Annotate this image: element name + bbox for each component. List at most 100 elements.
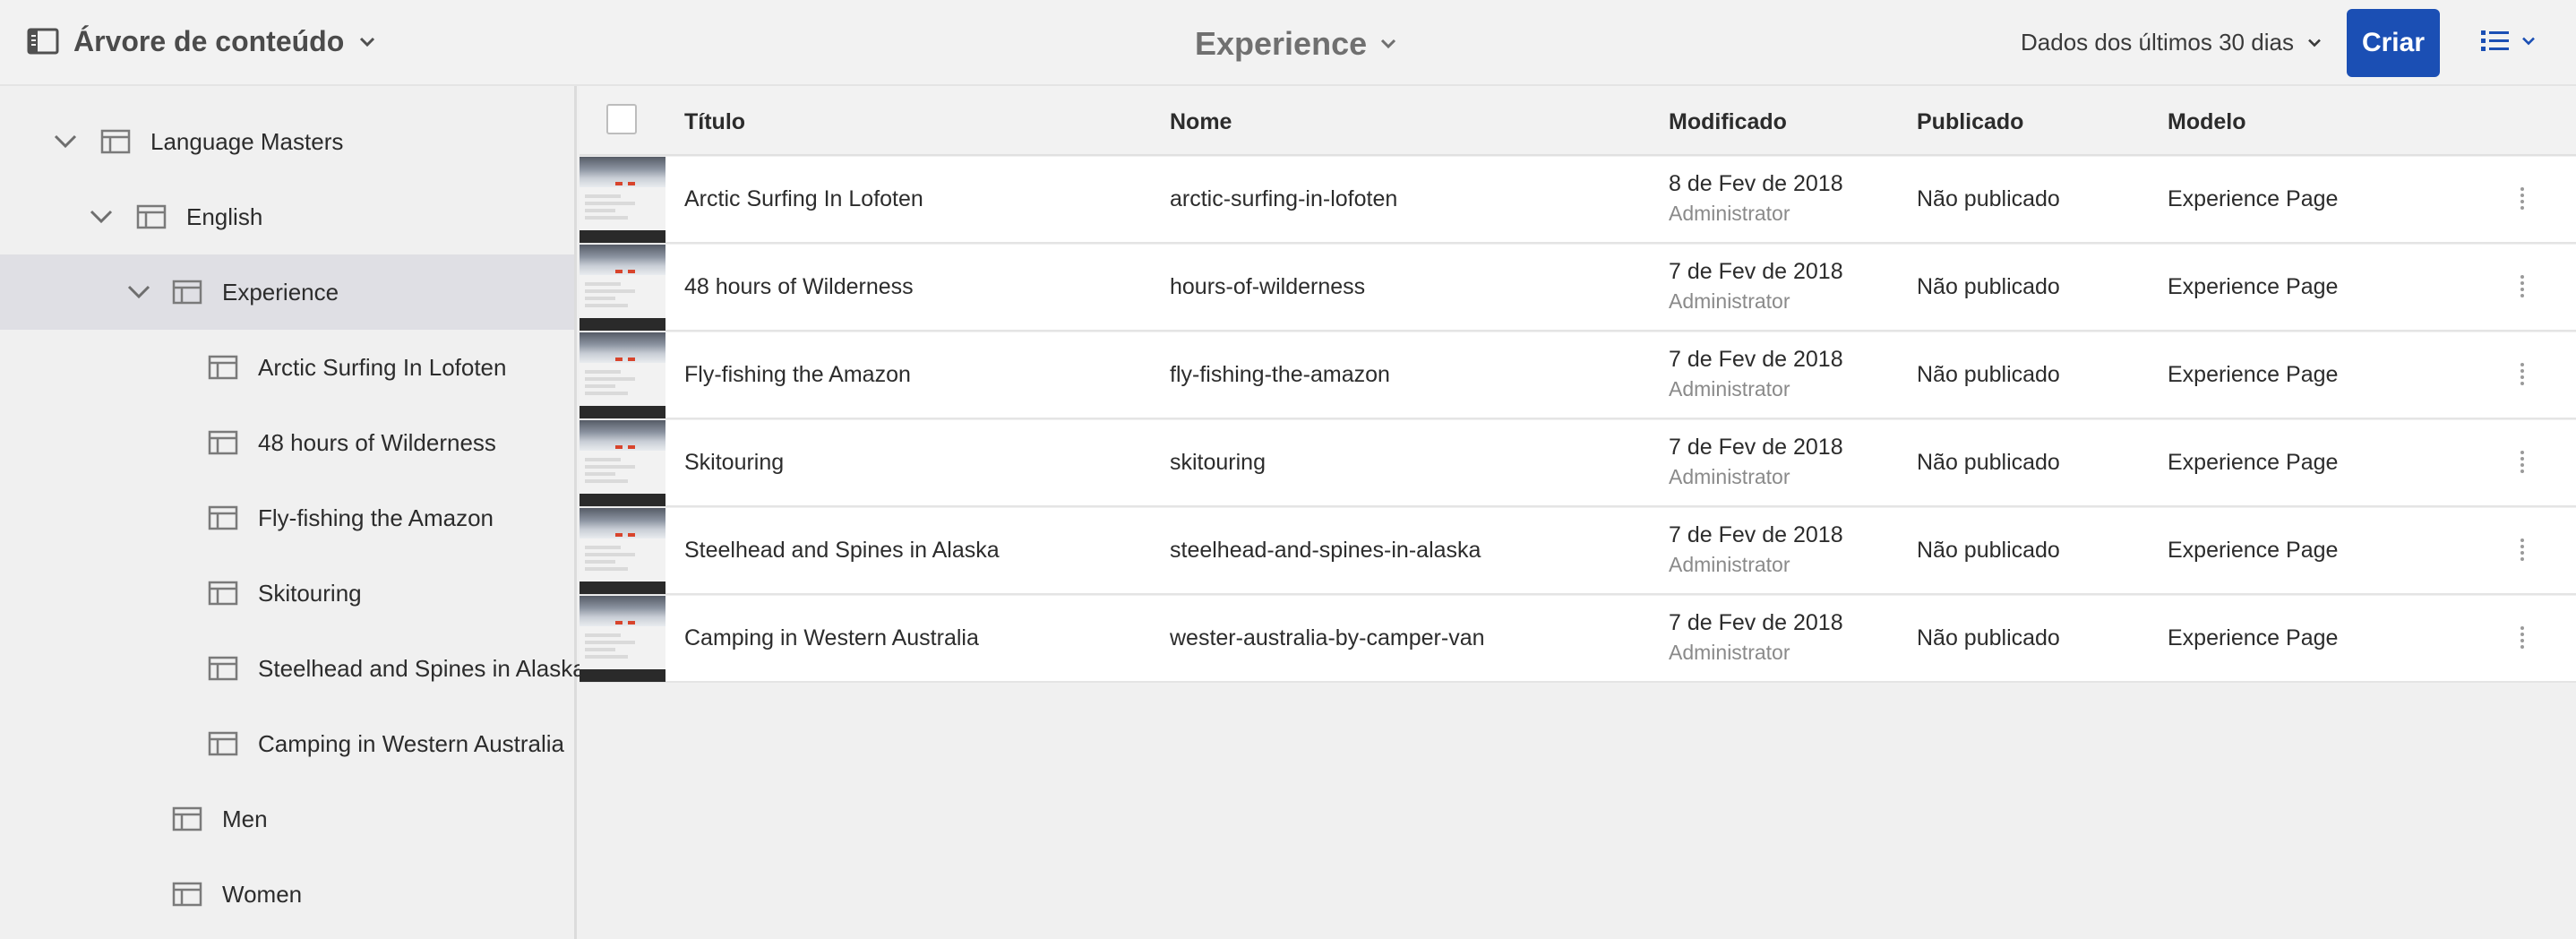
tree-item-label: Men <box>222 805 268 832</box>
cell-title: Camping in Western Australia <box>684 625 979 650</box>
table-header: Título Nome Modificado Publicado Modelo <box>580 86 2576 156</box>
page-icon <box>136 203 167 230</box>
cell-name: hours-of-wilderness <box>1170 274 1366 299</box>
page-icon <box>208 429 238 456</box>
rail-selector[interactable]: Árvore de conteúdo <box>73 25 376 58</box>
page-icon <box>208 580 238 607</box>
tree-item-label: Experience <box>222 278 339 306</box>
tree-item-fly-fishing[interactable]: Fly-fishing the Amazon <box>0 480 574 556</box>
cell-title: Skitouring <box>684 450 785 475</box>
cell-modified-date: 7 de Fev de 2018 <box>1669 610 1843 635</box>
cell-name: fly-fishing-the-amazon <box>1170 362 1390 387</box>
page-icon <box>208 504 238 531</box>
cell-published: Não publicado <box>1917 186 2060 211</box>
page-icon <box>172 279 202 306</box>
cell-modified-date: 7 de Fev de 2018 <box>1669 259 1843 284</box>
cell-template: Experience Page <box>2168 450 2339 475</box>
tree-item-language-masters[interactable]: Language Masters <box>0 104 574 179</box>
cell-template: Experience Page <box>2168 186 2339 211</box>
cell-published: Não publicado <box>1917 625 2060 650</box>
tree-item-label: Steelhead and Spines in Alaska <box>258 654 586 682</box>
more-options-icon[interactable] <box>2515 275 2529 302</box>
tree-item-english[interactable]: English <box>0 179 574 254</box>
table-row[interactable]: Steelhead and Spines in Alaska steelhead-… <box>580 508 2576 595</box>
more-options-icon[interactable] <box>2515 538 2529 565</box>
page-icon <box>208 354 238 381</box>
page-icon <box>172 805 202 832</box>
cell-name: arctic-surfing-in-lofoten <box>1170 186 1398 211</box>
cell-modified-by: Administrator <box>1669 289 1790 313</box>
chevron-down-icon <box>2522 37 2535 46</box>
chevron-down-icon[interactable] <box>86 202 116 232</box>
tree-item-skitouring[interactable]: Skitouring <box>0 556 574 631</box>
page-title: Experience <box>1195 25 1368 62</box>
more-options-icon[interactable] <box>2515 451 2529 478</box>
tree-item-label: Camping in Western Australia <box>258 729 565 757</box>
cell-title: Arctic Surfing In Lofoten <box>684 186 923 211</box>
column-header-published[interactable]: Publicado <box>1917 109 2023 135</box>
cell-modified-date: 7 de Fev de 2018 <box>1669 435 1843 460</box>
cell-modified-date: 7 de Fev de 2018 <box>1669 522 1843 547</box>
more-options-icon[interactable] <box>2515 626 2529 653</box>
page-thumbnail <box>580 420 665 506</box>
tree-item-label: Women <box>222 880 303 908</box>
cell-modified-date: 7 de Fev de 2018 <box>1669 347 1843 372</box>
cell-published: Não publicado <box>1917 274 2060 299</box>
tree-item-experience[interactable]: Experience <box>0 254 574 330</box>
list-view-icon <box>2481 30 2509 51</box>
more-options-icon[interactable] <box>2515 187 2529 214</box>
cell-modified-by: Administrator <box>1669 202 1790 225</box>
cell-modified-by: Administrator <box>1669 641 1790 664</box>
chevron-down-icon[interactable] <box>50 126 81 157</box>
tree-item-label: Fly-fishing the Amazon <box>258 504 494 531</box>
tree-item-label: English <box>186 202 263 230</box>
list-view: Título Nome Modificado Publicado Modelo … <box>580 86 2576 939</box>
create-button[interactable]: Criar <box>2347 9 2440 77</box>
content-tree: Language Masters English Experience Arct… <box>0 86 586 939</box>
cell-modified-by: Administrator <box>1669 377 1790 401</box>
rail-toggle-icon[interactable] <box>27 27 63 63</box>
tree-item-label: 48 hours of Wilderness <box>258 428 496 456</box>
tree-item-steelhead[interactable]: Steelhead and Spines in Alaska <box>0 631 586 706</box>
page-icon <box>208 655 238 682</box>
table-row[interactable]: Skitouring skitouring 7 de Fev de 2018 Admi… <box>580 420 2576 507</box>
more-options-icon[interactable] <box>2515 363 2529 390</box>
view-switcher[interactable] <box>2479 27 2537 56</box>
cell-template: Experience Page <box>2168 538 2339 563</box>
cell-name: skitouring <box>1170 450 1266 475</box>
chevron-down-icon[interactable] <box>124 277 154 307</box>
tree-item-men[interactable]: Men <box>0 781 574 857</box>
cell-template: Experience Page <box>2168 362 2339 387</box>
tree-item-label: Arctic Surfing In Lofoten <box>258 353 507 381</box>
tree-item-arctic-surfing[interactable]: Arctic Surfing In Lofoten <box>0 330 574 405</box>
page-thumbnail <box>580 245 665 331</box>
table-row[interactable]: 48 hours of Wilderness hours-of-wildernes… <box>580 245 2576 332</box>
page-icon <box>100 128 131 155</box>
page-thumbnail <box>580 332 665 418</box>
table-row[interactable]: Camping in Western Australia wester-austr… <box>580 596 2576 683</box>
cell-published: Não publicado <box>1917 538 2060 563</box>
cell-title: Steelhead and Spines in Alaska <box>684 538 1000 563</box>
select-all-checkbox[interactable] <box>606 104 637 134</box>
page-icon <box>172 881 202 908</box>
column-header-name[interactable]: Nome <box>1170 109 1232 135</box>
chevron-down-icon <box>1381 39 1396 49</box>
page-thumbnail <box>580 596 665 682</box>
tree-item-camping[interactable]: Camping in Western Australia <box>0 706 574 781</box>
date-range-selector[interactable]: Dados dos últimos 30 dias <box>2021 29 2323 56</box>
tree-item-48-hours[interactable]: 48 hours of Wilderness <box>0 405 574 480</box>
cell-modified-by: Administrator <box>1669 553 1790 576</box>
chevron-down-icon <box>360 37 375 47</box>
table-row[interactable]: Arctic Surfing In Lofoten arctic-surfing-… <box>580 157 2576 244</box>
page-title-selector[interactable]: Experience <box>1195 25 1397 63</box>
page-icon <box>208 730 238 757</box>
column-header-title[interactable]: Título <box>684 109 745 135</box>
page-thumbnail <box>580 508 665 594</box>
column-header-template[interactable]: Modelo <box>2168 109 2246 135</box>
page-thumbnail <box>580 157 665 243</box>
column-header-modified[interactable]: Modificado <box>1669 109 1787 135</box>
cell-template: Experience Page <box>2168 625 2339 650</box>
table-row[interactable]: Fly-fishing the Amazon fly-fishing-the-am… <box>580 332 2576 419</box>
tree-item-women[interactable]: Women <box>0 857 574 932</box>
cell-title: 48 hours of Wilderness <box>684 274 914 299</box>
